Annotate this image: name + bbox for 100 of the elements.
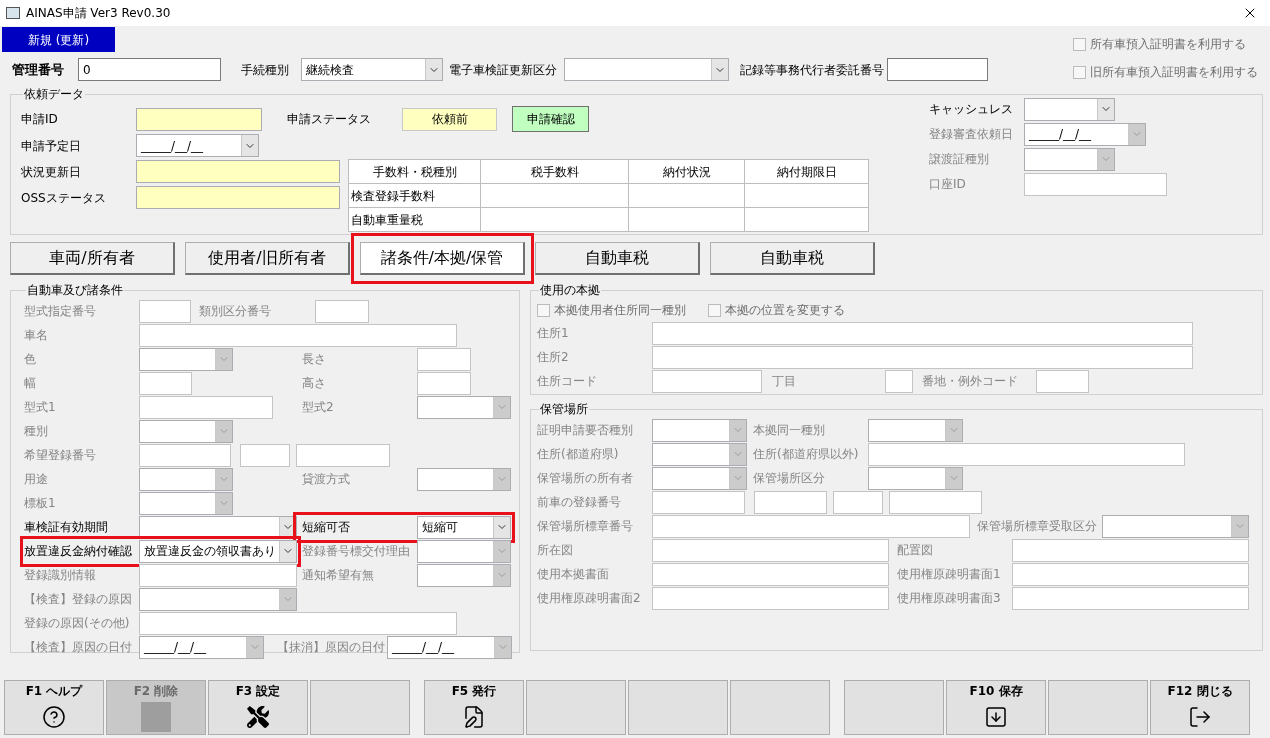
text-field[interactable] [139,443,231,467]
tab[interactable]: 使用者/旧所有者 [185,242,350,275]
dropdown[interactable]: 継続検査 [301,58,443,81]
dropdown[interactable] [868,466,963,490]
text-field[interactable] [139,371,192,395]
text-field[interactable] [315,299,369,323]
text-field[interactable] [139,563,297,587]
function-key[interactable] [310,680,410,735]
dropdown[interactable] [139,467,233,491]
checkbox[interactable] [537,303,550,317]
dropdown[interactable] [652,418,747,442]
field-label: 車検証有効期間 [24,519,109,536]
exit-icon [1188,705,1212,729]
function-key[interactable]: F5 発行 [424,680,524,735]
dropdown[interactable]: 短縮可 [417,515,511,539]
function-key[interactable] [1048,680,1148,735]
dropdown[interactable] [139,587,297,611]
text-field[interactable] [652,345,1193,369]
dropdown[interactable] [652,466,747,490]
dropdown[interactable] [1024,147,1115,171]
text-field[interactable] [1036,369,1089,393]
dropdown[interactable] [139,419,233,443]
group-title: 依頼データ [23,86,85,103]
dropdown[interactable] [417,539,511,563]
text-field[interactable] [1024,172,1167,196]
dropdown[interactable] [652,442,747,466]
file-pen-icon [462,705,486,729]
dropdown[interactable] [564,58,729,81]
date-picker[interactable]: _____/__/__ [136,134,259,157]
text-field[interactable] [652,321,1193,345]
field-label: キャッシュレス [929,101,1014,118]
mode-badge: 新規 (更新) [2,27,115,52]
text-field[interactable] [652,586,889,610]
function-key[interactable]: F1 ヘルプ [4,680,104,735]
checkbox[interactable] [708,303,721,317]
field-label: 番地・例外コード [922,373,1019,390]
dropdown[interactable] [1024,97,1115,121]
text-field[interactable] [139,395,273,419]
text-field[interactable] [652,562,889,586]
text-field[interactable] [868,442,1185,466]
text-field[interactable] [652,490,745,514]
text-field[interactable] [417,347,471,371]
text-field[interactable] [885,369,913,393]
text-field[interactable] [754,490,827,514]
field-label: 登録審査依頼日 [929,126,1014,143]
field-label: 使用権原疎明書面1 [897,566,1002,583]
text-field[interactable] [652,514,970,538]
tab[interactable]: 諸条件/本拠/保管 [360,242,525,275]
tab[interactable]: 自動車税 [710,242,875,275]
dropdown[interactable] [139,491,233,515]
field-label: 保管場所の所有者 [537,470,634,487]
field-label: 長さ [302,351,327,368]
text-field[interactable] [1012,562,1249,586]
dropdown[interactable] [417,467,511,491]
text-field[interactable] [139,299,191,323]
field-label: 標板1 [24,495,57,512]
dropdown[interactable] [417,395,511,419]
function-key[interactable] [730,680,830,735]
dropdown[interactable] [1102,514,1249,538]
column-header: 納付状況 [628,159,745,184]
dropdown[interactable] [139,347,233,371]
function-key[interactable] [844,680,944,735]
confirm-button[interactable]: 申請確認 [512,106,589,132]
text-field[interactable] [889,490,982,514]
date-picker[interactable]: _____/__/__ [387,635,512,659]
field-label: 型式2 [302,399,335,416]
dropdown[interactable] [417,563,511,587]
text-field[interactable] [887,58,988,81]
tab[interactable]: 自動車税 [535,242,700,275]
window-title: AINAS申請 Ver3 Rev0.30 [26,5,171,22]
text-field[interactable] [1012,538,1249,562]
function-key[interactable] [526,680,626,735]
field-label: 使用本拠書面 [537,566,610,583]
text-field[interactable] [139,323,457,347]
tab[interactable]: 車両/所有者 [10,242,175,275]
dropdown[interactable]: 放置違反金の領収書あり [139,539,297,563]
field-label: 登録番号標交付理由 [302,543,411,560]
function-key[interactable]: F3 設定 [208,680,308,735]
text-field[interactable] [833,490,883,514]
text-field[interactable] [652,538,889,562]
text-field[interactable] [652,369,762,393]
field-label: 状況更新日 [21,163,82,181]
text-field[interactable] [417,371,471,395]
text-field[interactable]: 0 [78,58,221,81]
date-picker[interactable]: _____/__/__ [139,635,264,659]
function-key[interactable] [628,680,728,735]
field-label: 登録の原因(その他) [24,615,131,632]
dropdown[interactable] [868,418,963,442]
function-key[interactable]: F12 閉じる [1150,680,1250,735]
checkbox[interactable] [1073,65,1086,79]
text-field[interactable] [240,443,290,467]
checkbox[interactable] [1073,37,1086,51]
column-header: 税手数料 [480,159,629,184]
text-field[interactable] [139,611,457,635]
date-picker[interactable]: _____/__/__ [1024,122,1146,146]
field-label: 登録識別情報 [24,567,97,584]
text-field[interactable] [1012,586,1249,610]
function-key[interactable]: F10 保存 [946,680,1046,735]
field-label: 型式1 [24,399,57,416]
text-field[interactable] [296,443,390,467]
